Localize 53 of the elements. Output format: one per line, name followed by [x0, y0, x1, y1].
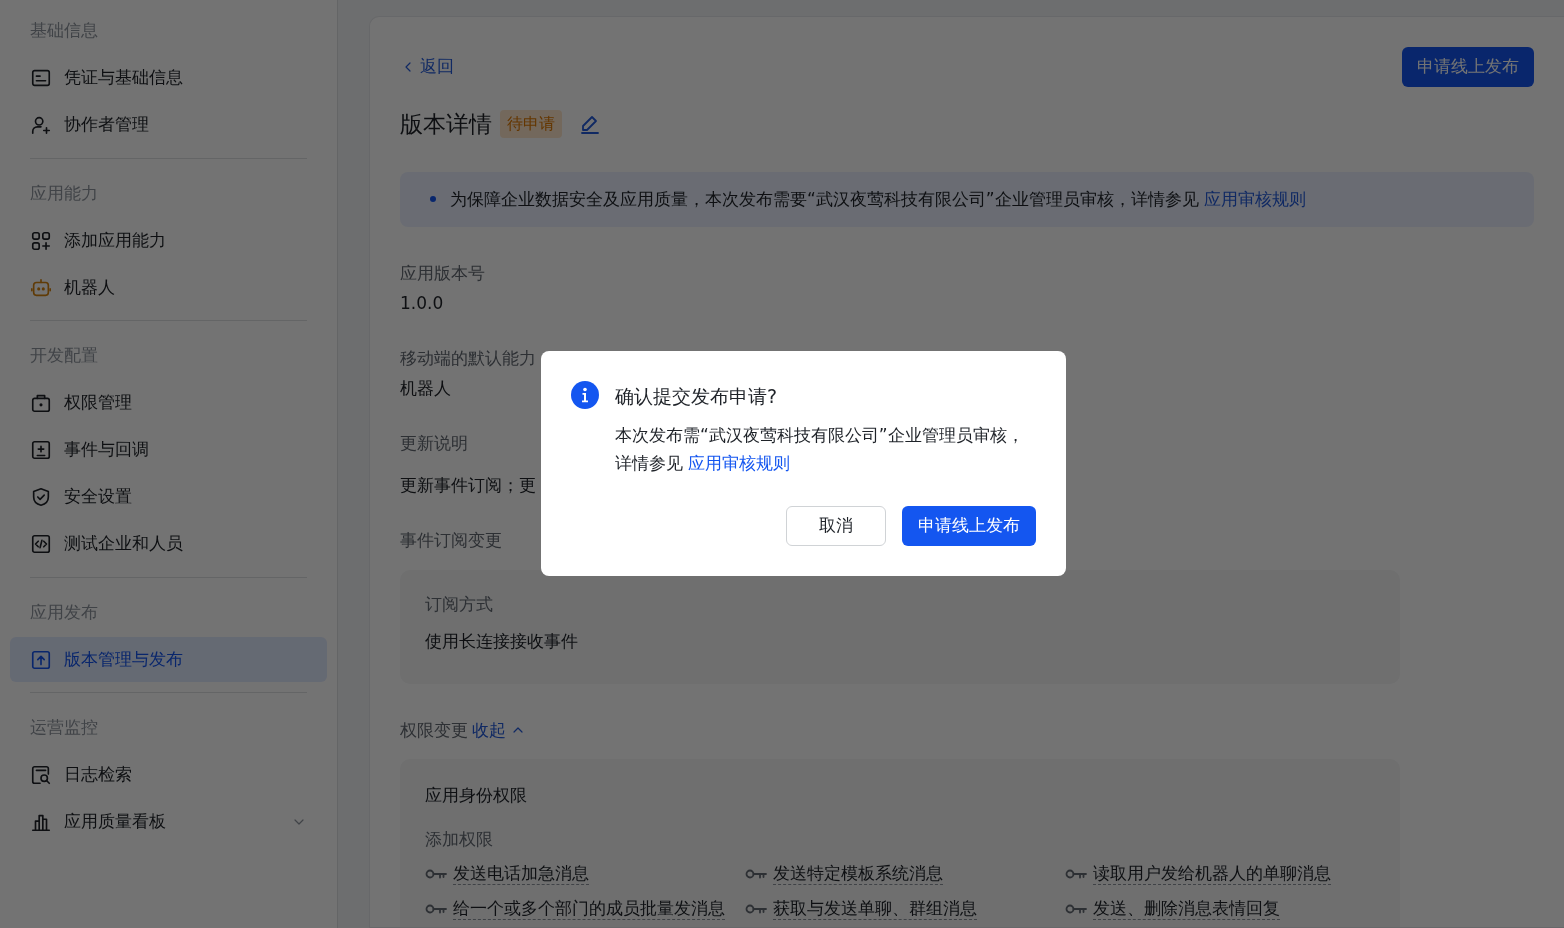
group-title: 应用身份权限	[425, 784, 528, 807]
review-rules-link[interactable]: 应用审核规则	[688, 452, 791, 473]
sidebar-item[interactable]: 权限管理	[10, 380, 327, 426]
page-title: 版本详情	[400, 110, 492, 139]
sidebar-item[interactable]: 机器人	[10, 265, 327, 310]
permission-name: 发送电话加急消息	[453, 862, 589, 886]
field-label: 移动端的默认能力	[400, 347, 536, 370]
notice-text: 为保障企业数据安全及应用质量，本次发布需要“武汉夜莺科技有限公司”企业管理员审核，详情参见 应用审核规则	[450, 187, 1307, 211]
add-box-icon	[30, 439, 52, 461]
field-value: 机器人	[400, 377, 451, 398]
sidebar-item[interactable]: 安全设置	[10, 474, 327, 520]
upload-box-icon	[30, 648, 52, 671]
log-search-icon	[30, 764, 52, 786]
collapse-toggle[interactable]: 收起	[472, 717, 526, 743]
info-icon	[571, 381, 599, 409]
sidebar-item[interactable]: 协作者管理	[10, 102, 327, 148]
confirm-button[interactable]: 申请线上发布	[902, 506, 1036, 546]
permission-name: 发送、删除消息表情回复	[1093, 897, 1280, 921]
permission-name: 发送特定模板系统消息	[773, 862, 943, 886]
bullet-icon	[430, 196, 436, 203]
publish-button[interactable]: 申请线上发布	[1402, 47, 1534, 87]
subheading: 添加权限	[425, 827, 494, 851]
field-value: 使用长连接接收事件	[425, 630, 579, 653]
robot-icon	[30, 276, 52, 299]
shield-icon	[30, 486, 52, 508]
section-title: 事件订阅变更	[400, 529, 503, 552]
section-title: 权限变更	[400, 718, 468, 742]
cancel-button[interactable]: 取消	[786, 506, 886, 546]
dialog-message: 本次发布需“武汉夜莺科技有限公司”企业管理员审核，详情参见 应用审核规则	[615, 423, 1025, 475]
sidebar-item[interactable]: 凭证与基础信息	[10, 55, 327, 101]
field-value: 1.0.0	[400, 292, 444, 313]
add-user-icon	[30, 114, 52, 136]
permission-name: 获取与发送单聊、群组消息	[773, 897, 977, 921]
sidebar-item[interactable]: 事件与回调	[10, 427, 327, 473]
review-rules-link[interactable]: 应用审核规则	[1204, 188, 1307, 209]
permission-name: 读取用户发给机器人的单聊消息	[1093, 862, 1331, 886]
sidebar-item[interactable]: 测试企业和人员	[10, 521, 327, 567]
dialog-title: 确认提交发布申请?	[615, 384, 779, 409]
sidebar-item[interactable]: 版本管理与发布	[10, 637, 327, 682]
sidebar-item[interactable]: 添加应用能力	[10, 218, 327, 263]
field-label: 订阅方式	[425, 592, 494, 616]
field-label: 应用版本号	[400, 262, 485, 285]
sidebar-item[interactable]: 应用质量看板	[10, 799, 327, 845]
code-box-icon	[30, 533, 52, 555]
permission-name: 给一个或多个部门的成员批量发消息	[453, 897, 725, 921]
id-card-icon	[30, 67, 52, 89]
add-grid-icon	[30, 229, 52, 252]
field-value: 更新事件订阅；更	[400, 474, 536, 495]
back-link[interactable]: 返回	[400, 54, 454, 80]
briefcase-icon	[30, 392, 52, 414]
field-label: 更新说明	[400, 432, 468, 455]
status-tag: 待申请	[500, 110, 562, 139]
sidebar-item[interactable]: 日志检索	[10, 752, 327, 798]
